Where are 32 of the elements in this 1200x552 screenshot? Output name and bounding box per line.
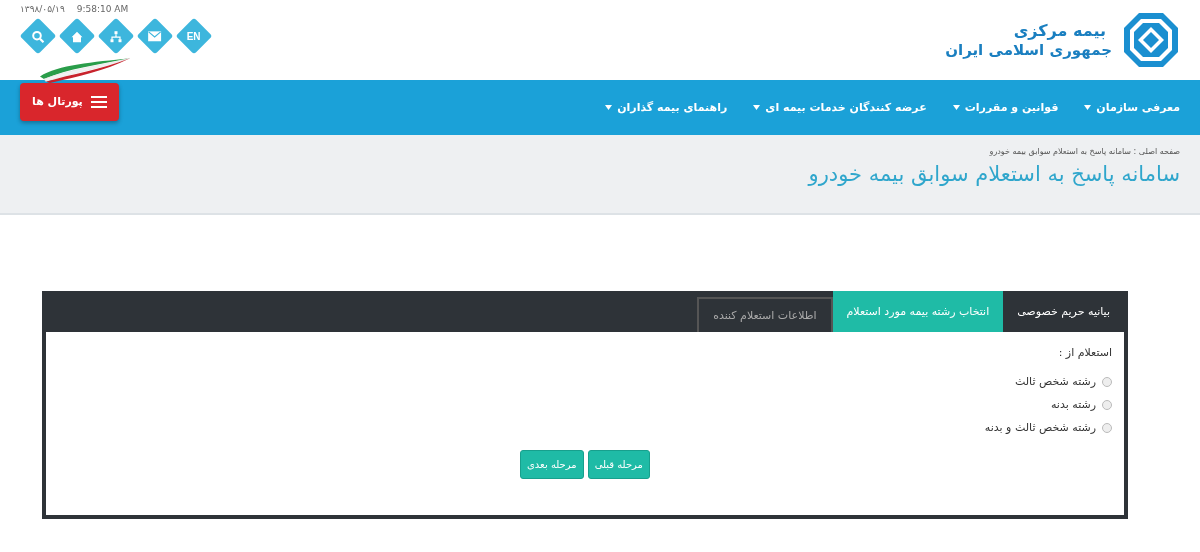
date-text: ۱۳۹۸/۰۵/۱۹ (20, 4, 65, 14)
previous-step-button[interactable]: مرحله قبلی (587, 450, 650, 479)
sitemap-icon (109, 29, 123, 43)
search-icon (31, 29, 45, 43)
next-step-button[interactable]: مرحله بعدی (520, 450, 584, 479)
logo-text: جمهوری اسلامی ایران (945, 40, 1112, 60)
breadcrumb: صفحه اصلی : سامانه پاسخ به استعلام سوابق بیمه خودرو (988, 147, 1180, 156)
logo-icon (1122, 11, 1180, 69)
nav-menu-item[interactable]: عرضه کنندگان خدمات بیمه ای (753, 97, 927, 118)
radio-button[interactable] (1102, 422, 1112, 433)
caret-icon (605, 105, 613, 110)
caret-icon (1084, 105, 1092, 110)
radio-label: رشته شخص ثالث (1014, 375, 1096, 388)
radio-button[interactable] (1102, 376, 1112, 387)
radio-button[interactable] (1102, 399, 1112, 410)
wizard-tab[interactable]: انتخاب رشته بیمه مورد استعلام (832, 291, 1004, 332)
home-icon (70, 29, 84, 43)
radio-label: رشته بدنه (1050, 398, 1096, 411)
time-text: 9:58:10 AM (76, 4, 129, 14)
nav-menu-item[interactable]: معرفی سازمان (1084, 97, 1180, 118)
nav-menu-item[interactable]: قوانین و مقررات (952, 97, 1059, 118)
caret-icon (753, 105, 761, 110)
question-label: استعلام از : (1057, 346, 1112, 359)
nav-menu-item[interactable]: راهنمای بیمه گذاران (605, 97, 728, 118)
radio-label: رشته شخص ثالث و بدنه (984, 421, 1096, 434)
logo-text: بیمه مرکزی (1012, 20, 1107, 41)
caret-icon (952, 105, 960, 110)
language-button[interactable]: EN (176, 18, 212, 54)
page-title: سامانه پاسخ به استعلام سوابق بیمه خودرو (806, 162, 1180, 186)
portals-button[interactable]: پورتال ها (20, 82, 119, 121)
mail-icon (148, 30, 162, 42)
menu-icon (90, 95, 107, 108)
